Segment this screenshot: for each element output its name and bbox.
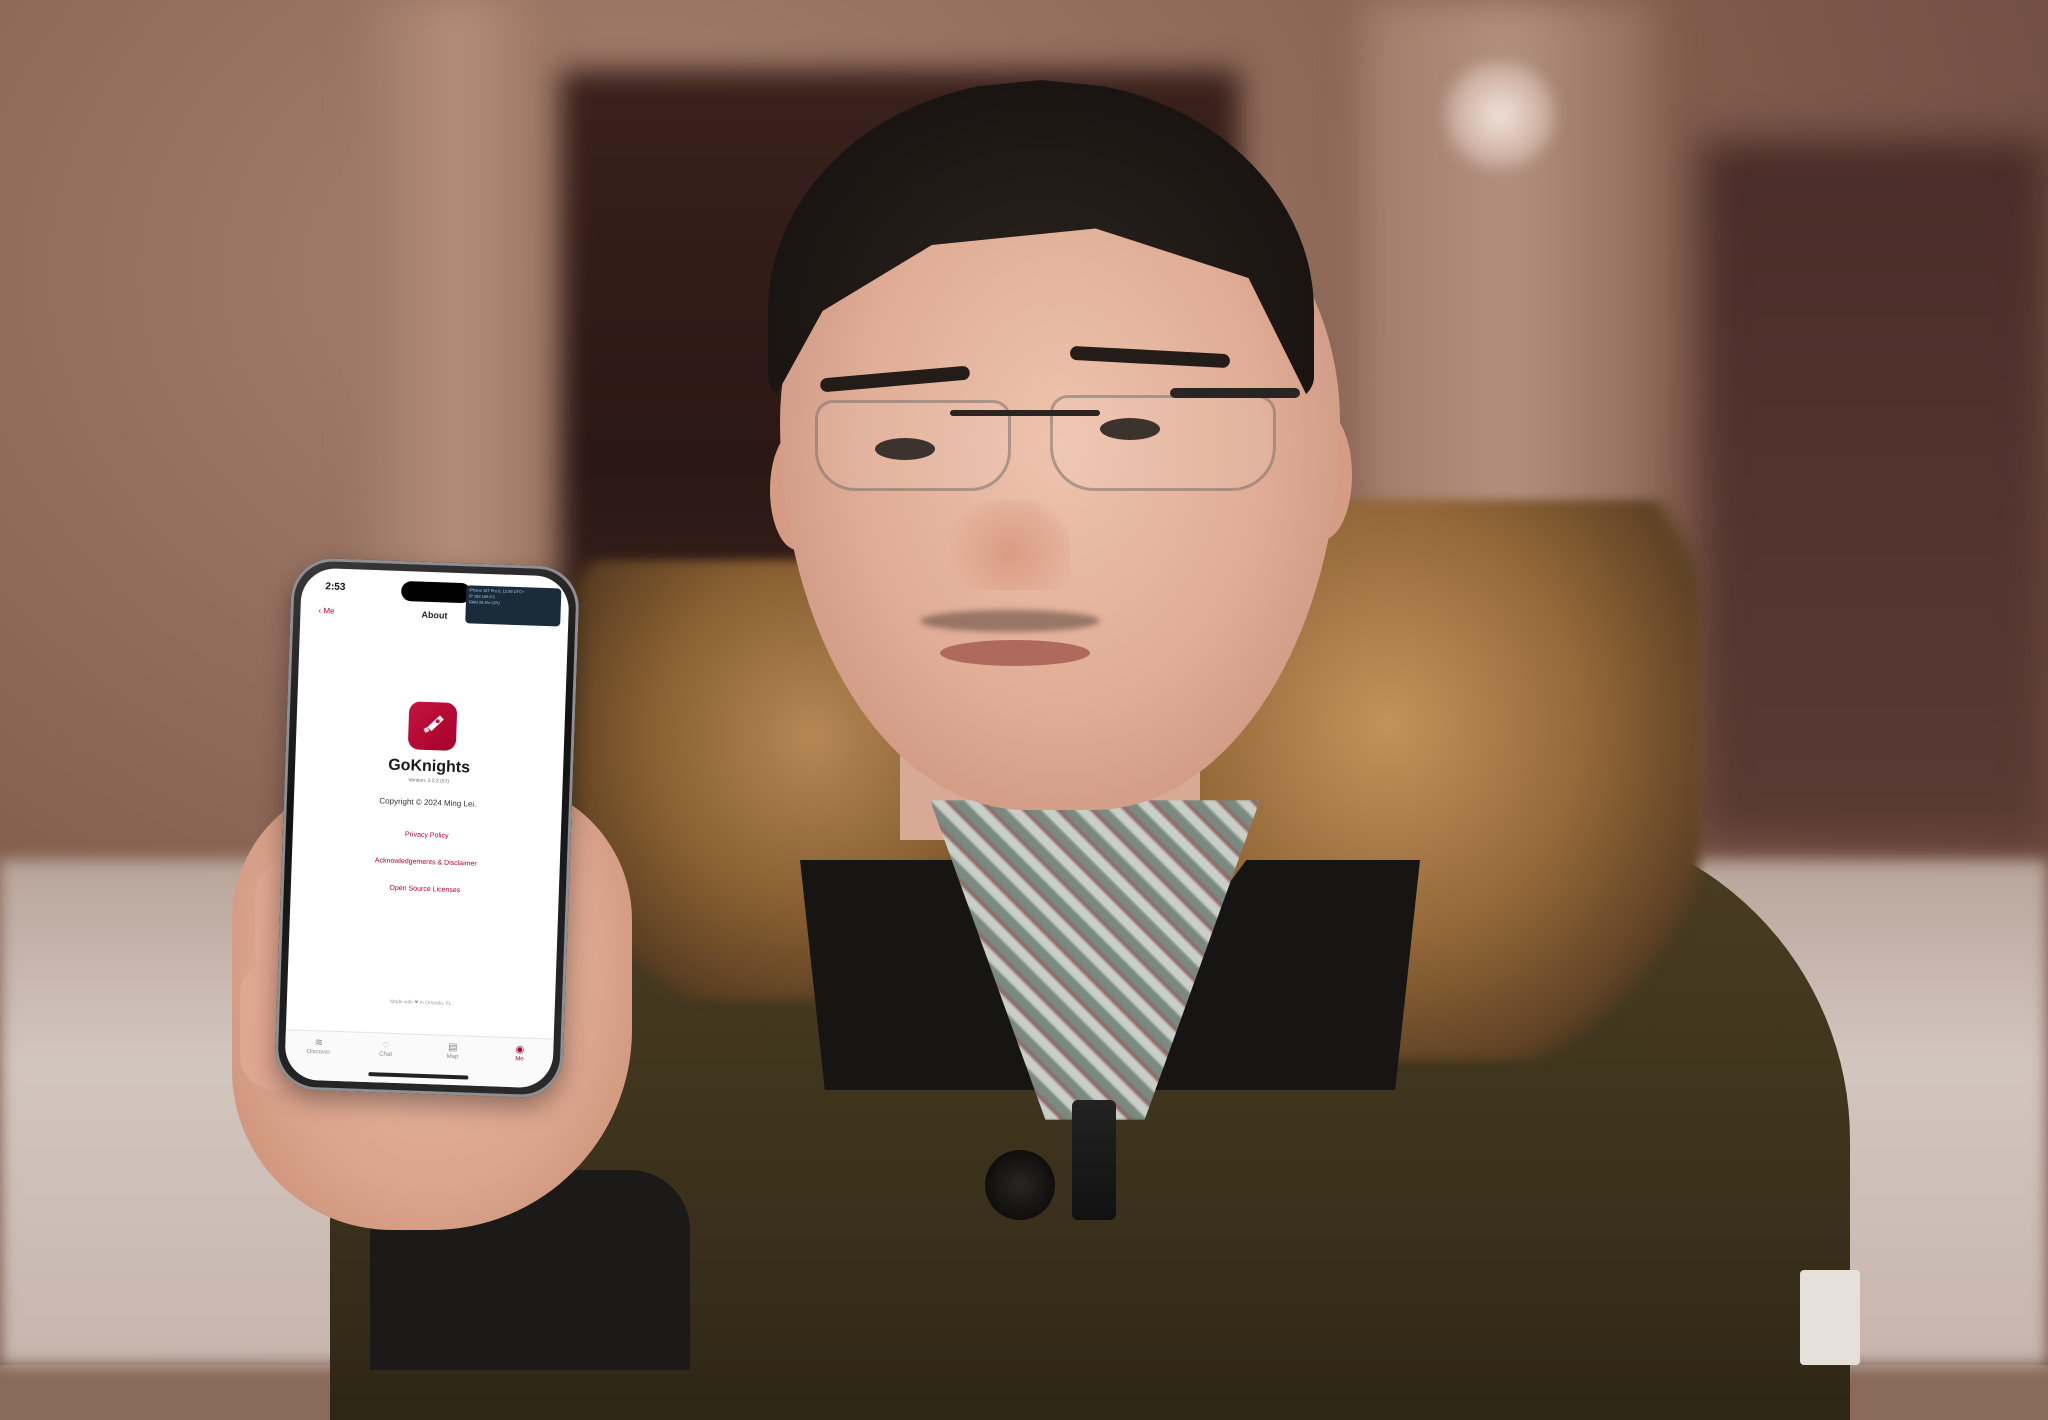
glasses-bridge [950, 410, 1100, 416]
dynamic-island [400, 580, 472, 604]
copyright-text: Copyright © 2024 Ming Lei. [379, 796, 477, 809]
status-time: 2:53 [325, 581, 346, 594]
acknowledgements-link[interactable]: Acknowledgements & Disclaimer [292, 854, 560, 870]
tab-map[interactable]: ▤ Map [427, 1041, 478, 1086]
nose [950, 500, 1070, 590]
rocket-icon [423, 715, 444, 733]
footer-note: Made with ❤ in Orlando, FL [390, 998, 452, 1007]
mouth [940, 640, 1090, 666]
person-icon: ◉ [515, 1044, 525, 1056]
tab-label: Map [446, 1053, 459, 1061]
discover-icon: ≋ [314, 1037, 324, 1049]
jacket-button [985, 1150, 1055, 1220]
chat-icon: ◌ [382, 1039, 390, 1051]
glasses-temple [1170, 388, 1300, 398]
open-source-licenses-link[interactable]: Open Source Licenses [291, 881, 559, 897]
phone-screen: 2:53 iPhone 16T Pro 0, 12:59 UTC+ IP 192… [284, 567, 570, 1089]
tab-label: Discover [306, 1048, 331, 1056]
tab-bar: ≋ Discover ◌ Chat ▤ Map ◉ Me [284, 1029, 554, 1089]
sleeve-patch [1800, 1270, 1860, 1365]
tab-label: Me [515, 1056, 524, 1063]
tab-label: Chat [379, 1051, 393, 1058]
glasses [800, 380, 1300, 500]
person: 2:53 iPhone 16T Pro 0, 12:59 UTC+ IP 192… [0, 0, 2048, 1420]
zipper [1072, 1100, 1116, 1220]
privacy-policy-link[interactable]: Privacy Policy [293, 827, 561, 843]
mustache [920, 610, 1100, 632]
tab-me[interactable]: ◉ Me [494, 1044, 545, 1089]
app-icon [407, 701, 458, 751]
smartphone: 2:53 iPhone 16T Pro 0, 12:59 UTC+ IP 192… [273, 557, 581, 1099]
tab-discover[interactable]: ≋ Discover [293, 1036, 344, 1081]
map-icon: ▤ [447, 1041, 458, 1054]
